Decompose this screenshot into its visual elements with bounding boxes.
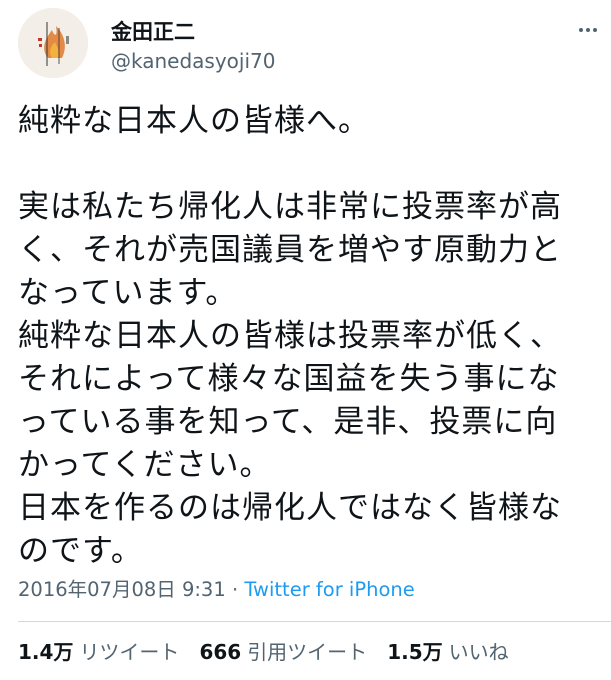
- retweets-count: 1.4万: [18, 640, 74, 664]
- more-options-icon[interactable]: [574, 16, 602, 44]
- retweets-stat[interactable]: 1.4万 リツイート: [18, 636, 179, 665]
- tweet-text: 純粋な日本人の皆様へ。 実は私たち帰化人は非常に投票率が高 く、それが売国議員を…: [18, 103, 562, 569]
- retweets-label: リツイート: [79, 640, 180, 664]
- tweet-header: 金田正二 @kanedasyoji70: [18, 8, 598, 78]
- quotes-count: 666: [199, 640, 242, 664]
- book-cover-avatar-icon: [18, 8, 88, 78]
- engagement-stats: 1.4万 リツイート 666 引用ツイート 1.5万 いいね: [18, 636, 529, 665]
- avatar[interactable]: [18, 8, 88, 78]
- timestamp[interactable]: 2016年07月08日 9:31: [18, 578, 226, 601]
- likes-stat[interactable]: 1.5万 いいね: [387, 636, 508, 665]
- source-link[interactable]: Twitter for iPhone: [244, 578, 414, 601]
- quotes-stat[interactable]: 666 引用ツイート: [199, 636, 367, 665]
- quotes-label: 引用ツイート: [247, 640, 368, 664]
- likes-label: いいね: [448, 640, 509, 664]
- author-handle[interactable]: @kanedasyoji70: [111, 49, 275, 73]
- divider: [18, 621, 611, 622]
- tweet-card: 金田正二 @kanedasyoji70 純粋な日本人の皆様へ。 実は私たち帰化人…: [0, 0, 611, 680]
- meta-separator: ·: [231, 578, 239, 601]
- author-name[interactable]: 金田正二: [111, 16, 195, 46]
- likes-count: 1.5万: [387, 640, 443, 664]
- tweet-meta: 2016年07月08日 9:31 · Twitter for iPhone: [18, 573, 415, 602]
